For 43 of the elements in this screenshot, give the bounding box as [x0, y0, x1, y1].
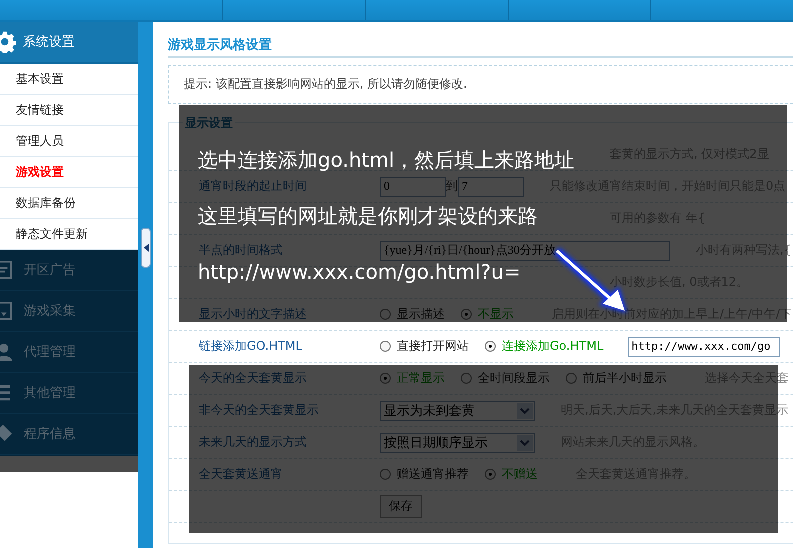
sidebar-item[interactable]: 游戏设置 [0, 157, 138, 188]
sidebar-item[interactable]: 数据库备份 [0, 188, 138, 219]
sidebar-section[interactable]: 程序信息 [0, 414, 138, 455]
sidebar-section[interactable]: 代理管理 [0, 332, 138, 373]
option-label: 不显示 [478, 306, 514, 323]
sidebar-header[interactable]: 系统设置 [0, 22, 138, 64]
tip-box: 提示: 该配置直接影响网站的显示, 所以请勿随便修改. [168, 65, 793, 104]
download-icon [0, 301, 14, 321]
radio-button[interactable] [380, 341, 391, 352]
option-label: 前后半小时显示 [583, 370, 667, 387]
sidebar-item[interactable]: 基本设置 [0, 64, 138, 95]
field-label: 全天套黄送通宵 [199, 466, 284, 483]
option-label: 直接打开网站 [397, 338, 469, 355]
option-label: 不赠送 [502, 466, 538, 483]
page-title: 游戏显示风格设置 [168, 36, 793, 58]
gear-icon [0, 31, 16, 53]
range-separator: 到 [446, 178, 458, 195]
person-icon [0, 342, 14, 362]
field-label: 链接添加GO.HTML [199, 338, 304, 355]
sidebar-section[interactable]: 游戏采集 [0, 291, 138, 332]
option-label: 显示描述 [397, 306, 445, 323]
tutorial-caption: 选中连接添加go.html，然后填上来路地址 [198, 148, 574, 172]
field-label: 显示小时的文字描述 [199, 306, 308, 323]
tag-icon [0, 424, 14, 444]
radio-button[interactable] [485, 341, 496, 352]
option-label: 连接添加Go.HTML [502, 338, 604, 355]
tutorial-caption: 这里填写的网址就是你刚才架设的来路 [198, 204, 538, 228]
field-label: 未来几天的显示方式 [199, 434, 308, 451]
sidebar-item[interactable]: 友情链接 [0, 95, 138, 126]
option-label: 赠送通宵推荐 [397, 466, 469, 483]
screen-icon [0, 260, 14, 280]
collapse-handle[interactable] [141, 228, 151, 268]
sidebar-item[interactable]: 管理人员 [0, 126, 138, 157]
field-label: 今天的全天套黄显示 [199, 370, 308, 387]
url-field[interactable]: http://www.xxx.com/go [628, 336, 780, 356]
option-label: 全时间段显示 [478, 370, 550, 387]
sidebar-section[interactable]: 开区广告 [0, 250, 138, 291]
option-label: 正常显示 [397, 370, 445, 387]
sidebar-section[interactable]: 其他管理 [0, 373, 138, 414]
field-label: 半点的时间格式 [199, 242, 284, 259]
field-label: 通宵时段的起止时间 [199, 178, 308, 195]
tutorial-caption: http://www.xxx.com/go.html?u= [198, 260, 521, 284]
field-label: 非今天的全天套黄显示 [199, 402, 320, 419]
